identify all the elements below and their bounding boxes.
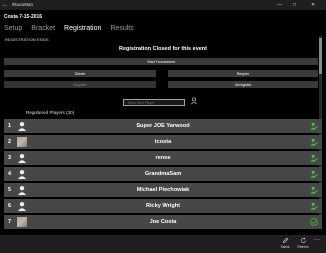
select-button[interactable]: Select [275, 237, 295, 252]
refresh-icon [300, 237, 306, 243]
tab-setup[interactable]: Setup [4, 24, 22, 34]
table-row[interactable]: 6 Ricky Wright [4, 199, 322, 213]
check-circle-icon[interactable] [310, 218, 318, 226]
player-name: Michael Piechowiak [136, 187, 190, 193]
person-check-icon[interactable] [310, 202, 318, 210]
person-check-icon[interactable] [310, 122, 318, 130]
person-check-icon[interactable] [310, 154, 318, 162]
player-name: Ricky Wright [145, 203, 181, 209]
registered-players-label: Registered Players (30) [26, 110, 75, 115]
player-name: Super JOE Yarwood [136, 123, 190, 129]
tab-results[interactable]: Results [110, 24, 133, 34]
select-label: Select [280, 245, 290, 249]
minimize-icon[interactable]: — [277, 0, 282, 10]
person-search-icon[interactable] [190, 97, 198, 105]
app-title: iRacisMan [12, 2, 34, 7]
pencil-icon [282, 237, 288, 243]
refresh-button[interactable]: Refresh [293, 237, 313, 252]
player-name: GrandmaSam [144, 171, 182, 177]
player-name: tcosta [154, 139, 172, 145]
table-row[interactable]: 1 Super JOE Yarwood [4, 119, 322, 133]
scrollbar-thumb[interactable] [319, 38, 322, 74]
tab-bar: Setup Bracket Registration Results [4, 24, 134, 34]
close-icon[interactable]: ✕ [311, 0, 315, 10]
start-tournament-button[interactable]: Start Tournament [4, 58, 318, 65]
unregister-button[interactable]: Unregister [168, 81, 318, 88]
person-check-icon[interactable] [310, 138, 318, 146]
refresh-label: Refresh [297, 245, 309, 249]
player-name: Joe Costa [149, 219, 177, 225]
tab-registration[interactable]: Registration [64, 24, 101, 34]
table-row[interactable]: 3 renee [4, 151, 322, 165]
delete-button[interactable]: Delete [4, 70, 156, 77]
back-arrow-icon[interactable]: ← [2, 0, 8, 10]
table-row[interactable]: 7 Joe Costa [4, 215, 322, 229]
reopen-button[interactable]: Reopen [168, 70, 318, 77]
title-bar: ← iRacisMan — □ ✕ [0, 0, 326, 10]
maximize-icon[interactable]: □ [293, 0, 296, 10]
new-player-input[interactable] [123, 99, 185, 106]
registration-closed-heading: Registration Closed for this event [118, 46, 207, 52]
table-row[interactable]: 5 Michael Piechowiak [4, 183, 322, 197]
tab-bracket[interactable]: Bracket [31, 24, 55, 34]
person-check-icon[interactable] [310, 186, 318, 194]
register-button[interactable]: Register [4, 81, 156, 88]
registration-ends-label: REGISTRATION ENDS [5, 37, 49, 42]
event-title: Costa 7-15-2016 [4, 14, 43, 20]
table-row[interactable]: 4 GrandmaSam [4, 167, 322, 181]
table-row[interactable]: 2 tcosta [4, 135, 322, 149]
player-name: renee [155, 155, 171, 161]
more-options-icon[interactable]: ... [314, 236, 321, 242]
person-check-icon[interactable] [310, 170, 318, 178]
